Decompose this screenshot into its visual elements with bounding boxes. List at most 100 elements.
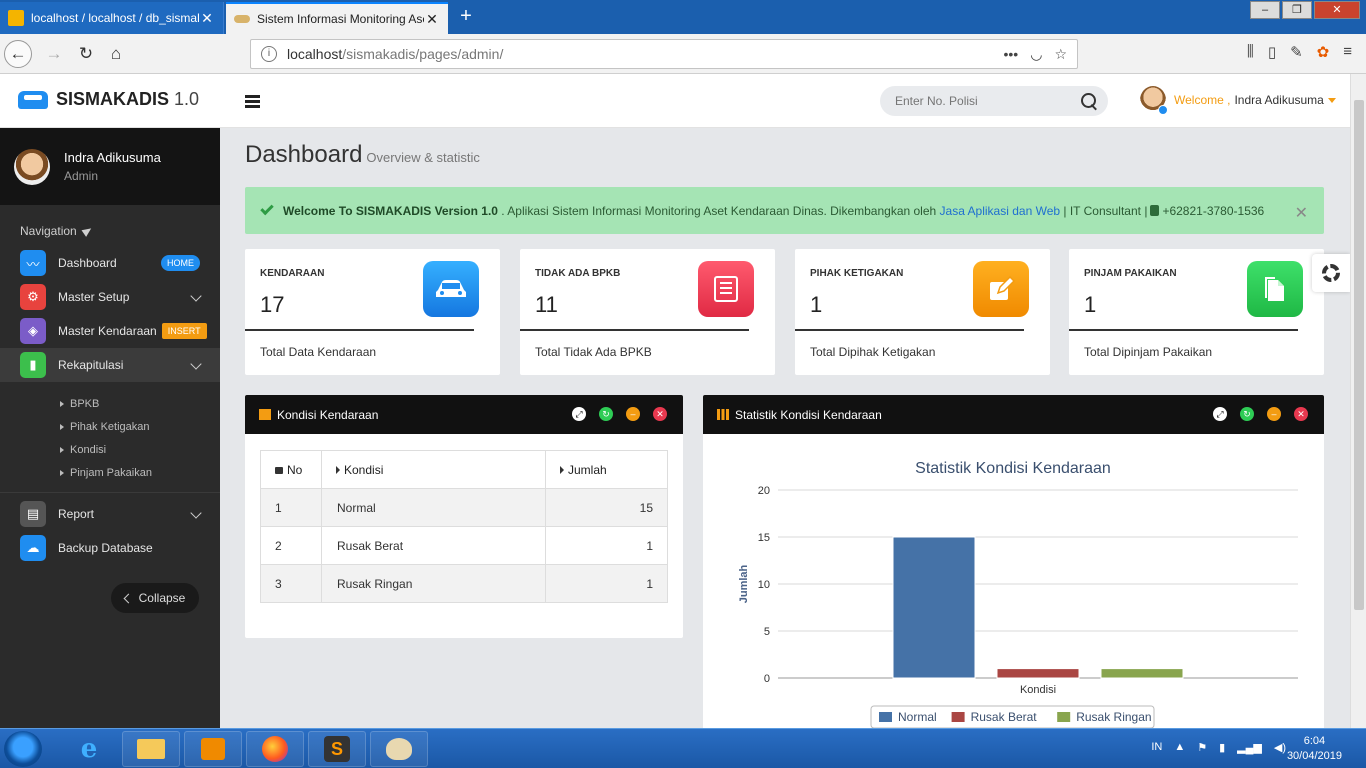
column-header-kondisi[interactable]: Kondisi	[321, 450, 546, 489]
menu-icon[interactable]: ≡	[1343, 43, 1352, 61]
document-icon	[698, 261, 754, 317]
x-tick-label: Kondisi	[1020, 684, 1056, 696]
extension-icon[interactable]: ✿	[1317, 43, 1330, 61]
submenu-item-pinjam-pakaikan[interactable]: Pinjam Pakaikan	[60, 461, 220, 484]
sidebar-item-backup-database[interactable]: ☁ Backup Database	[0, 531, 220, 565]
close-tab-icon[interactable]: ✕	[424, 11, 440, 28]
header-user-name: Indra Adikusuma	[1234, 93, 1324, 107]
kondisi-table: No Kondisi Jumlah 1 Normal 15 2 Rusak Be…	[260, 450, 668, 603]
sidebar-item-rekapitulasi[interactable]: ▮ Rekapitulasi	[0, 348, 220, 382]
chevron-left-icon	[123, 593, 134, 603]
media-player-icon[interactable]	[184, 731, 242, 767]
maximize-button[interactable]: ❐	[1282, 1, 1312, 19]
table-row: 3 Rusak Ringan 1	[260, 564, 668, 603]
new-tab-button[interactable]: +	[454, 5, 478, 29]
close-icon[interactable]: ✕	[1294, 407, 1308, 421]
back-button[interactable]: ←	[4, 40, 32, 68]
stat-value: 11	[535, 292, 558, 317]
stat-card-pihak-ketigakan: PIHAK KETIGAKAN 1 Total Dipihak Ketigaka…	[795, 249, 1050, 375]
submenu-item-bpkb[interactable]: BPKB	[60, 392, 220, 415]
browser-tab-phpmyadmin[interactable]: localhost / localhost / db_sismakadis ✕	[0, 2, 224, 34]
user-menu[interactable]: Welcome , Indra Adikusuma	[1140, 86, 1336, 115]
sidebar-user-role: Admin	[64, 169, 99, 183]
forward-button[interactable]: →	[40, 40, 68, 68]
library-icon[interactable]: ⫼	[1247, 43, 1254, 61]
tray-expand-icon[interactable]: ▲	[1174, 741, 1185, 754]
sidebar-item-dashboard[interactable]: 〰 Dashboard HOME	[0, 246, 220, 280]
refresh-icon[interactable]: ↻	[1240, 407, 1254, 421]
phpmyadmin-favicon-icon	[8, 10, 24, 26]
page-actions-icon[interactable]: •••	[1004, 46, 1019, 63]
sidebar-item-master-kendaraan[interactable]: ◈ Master Kendaraan INSERT	[0, 314, 220, 348]
vertical-scrollbar[interactable]	[1350, 74, 1366, 728]
settings-gear-icon[interactable]	[1312, 254, 1350, 292]
sidebar-user-panel: Indra Adikusuma Admin	[0, 128, 220, 205]
browser-toolbar: ← → ↻ ⌂ i localhost/sismakadis/pages/adm…	[0, 34, 1366, 74]
hamburger-menu-icon[interactable]	[245, 95, 260, 110]
expand-icon[interactable]: ⤢	[1213, 407, 1227, 421]
reload-button[interactable]: ↻	[72, 40, 100, 68]
home-badge: HOME	[161, 255, 200, 271]
power-icon[interactable]: ▮	[1219, 741, 1225, 754]
chart-title: Statistik Kondisi Kendaraan	[915, 460, 1111, 477]
panel-header: Kondisi Kendaraan ⤢ ↻ – ✕	[245, 395, 683, 434]
minimize-button[interactable]: –	[1250, 1, 1280, 19]
minimize-icon[interactable]: –	[1267, 407, 1281, 421]
address-bar[interactable]: i localhost/sismakadis/pages/admin/ ••• …	[250, 39, 1078, 69]
brand-logo[interactable]: SISMAKADIS 1.0	[18, 89, 199, 110]
y-tick-label: 5	[764, 626, 770, 638]
refresh-icon[interactable]: ↻	[599, 407, 613, 421]
internet-explorer-icon[interactable]: e	[60, 731, 118, 767]
edit-icon	[973, 261, 1029, 317]
close-alert-icon[interactable]: ✕	[1295, 203, 1308, 223]
check-icon	[260, 201, 274, 216]
pocket-icon[interactable]: ◡	[1030, 46, 1042, 63]
system-clock[interactable]: 6:04 30/04/2019	[1287, 734, 1342, 764]
sidebar-item-master-setup[interactable]: ⚙ Master Setup	[0, 280, 220, 314]
car-icon	[423, 261, 479, 317]
volume-icon[interactable]: ◀)	[1274, 741, 1286, 754]
collapse-button[interactable]: Collapse	[111, 583, 199, 613]
eyedropper-icon[interactable]: ✎	[1290, 43, 1303, 61]
submenu-item-kondisi[interactable]: Kondisi	[60, 438, 220, 461]
search-input[interactable]	[895, 94, 1080, 108]
sublime-text-icon[interactable]: S	[308, 731, 366, 767]
search-box	[880, 86, 1108, 116]
column-header-no[interactable]: No	[260, 450, 322, 489]
y-tick-label: 0	[764, 673, 770, 685]
bookmark-star-icon[interactable]: ☆	[1054, 46, 1067, 63]
sidebar-toggle-icon[interactable]: ▯	[1268, 43, 1276, 61]
window-controls: – ❐ ✕	[1250, 1, 1360, 19]
close-tab-icon[interactable]: ✕	[199, 10, 215, 27]
expand-icon[interactable]: ⤢	[572, 407, 586, 421]
lock-icon	[275, 466, 283, 474]
statistik-panel: Statistik Kondisi Kendaraan ⤢ ↻ – ✕ Stat…	[703, 395, 1324, 728]
bar-normal	[892, 536, 976, 679]
browser-tab-sismakadis[interactable]: Sistem Informasi Monitoring Aset Kendara…	[226, 2, 448, 34]
stat-value: 1	[1084, 292, 1097, 317]
file-explorer-icon[interactable]	[122, 731, 180, 767]
phone-icon	[1150, 204, 1160, 216]
search-icon[interactable]	[1080, 92, 1098, 110]
column-header-jumlah[interactable]: Jumlah	[545, 450, 668, 489]
network-icon[interactable]: ⚑	[1197, 741, 1207, 754]
firefox-icon[interactable]	[246, 731, 304, 767]
home-button[interactable]: ⌂	[102, 40, 130, 68]
sidebar-item-report[interactable]: ▤ Report	[0, 497, 220, 531]
paint-icon[interactable]	[370, 731, 428, 767]
minimize-icon[interactable]: –	[626, 407, 640, 421]
sidebar-user-name: Indra Adikusuma	[64, 150, 161, 165]
info-icon[interactable]: i	[261, 46, 277, 62]
page-title: Dashboard Overview & statistic	[245, 141, 480, 168]
language-indicator[interactable]: IN	[1151, 741, 1162, 754]
start-button[interactable]	[4, 731, 42, 767]
main-content: Dashboard Overview & statistic Welcome To…	[220, 128, 1350, 728]
developer-link[interactable]: Jasa Aplikasi dan Web	[940, 204, 1061, 218]
close-window-button[interactable]: ✕	[1314, 1, 1360, 19]
signal-icon[interactable]: ▂▄▆	[1237, 741, 1262, 754]
close-icon[interactable]: ✕	[653, 407, 667, 421]
app-header: SISMAKADIS1.0 Welcome , Indra Adikusuma	[0, 74, 1350, 128]
submenu-item-pihak-ketigakan[interactable]: Pihak Ketigakan	[60, 415, 220, 438]
insert-badge: INSERT	[161, 323, 207, 339]
tab-title: Sistem Informasi Monitoring Aset Kendara…	[257, 12, 424, 26]
